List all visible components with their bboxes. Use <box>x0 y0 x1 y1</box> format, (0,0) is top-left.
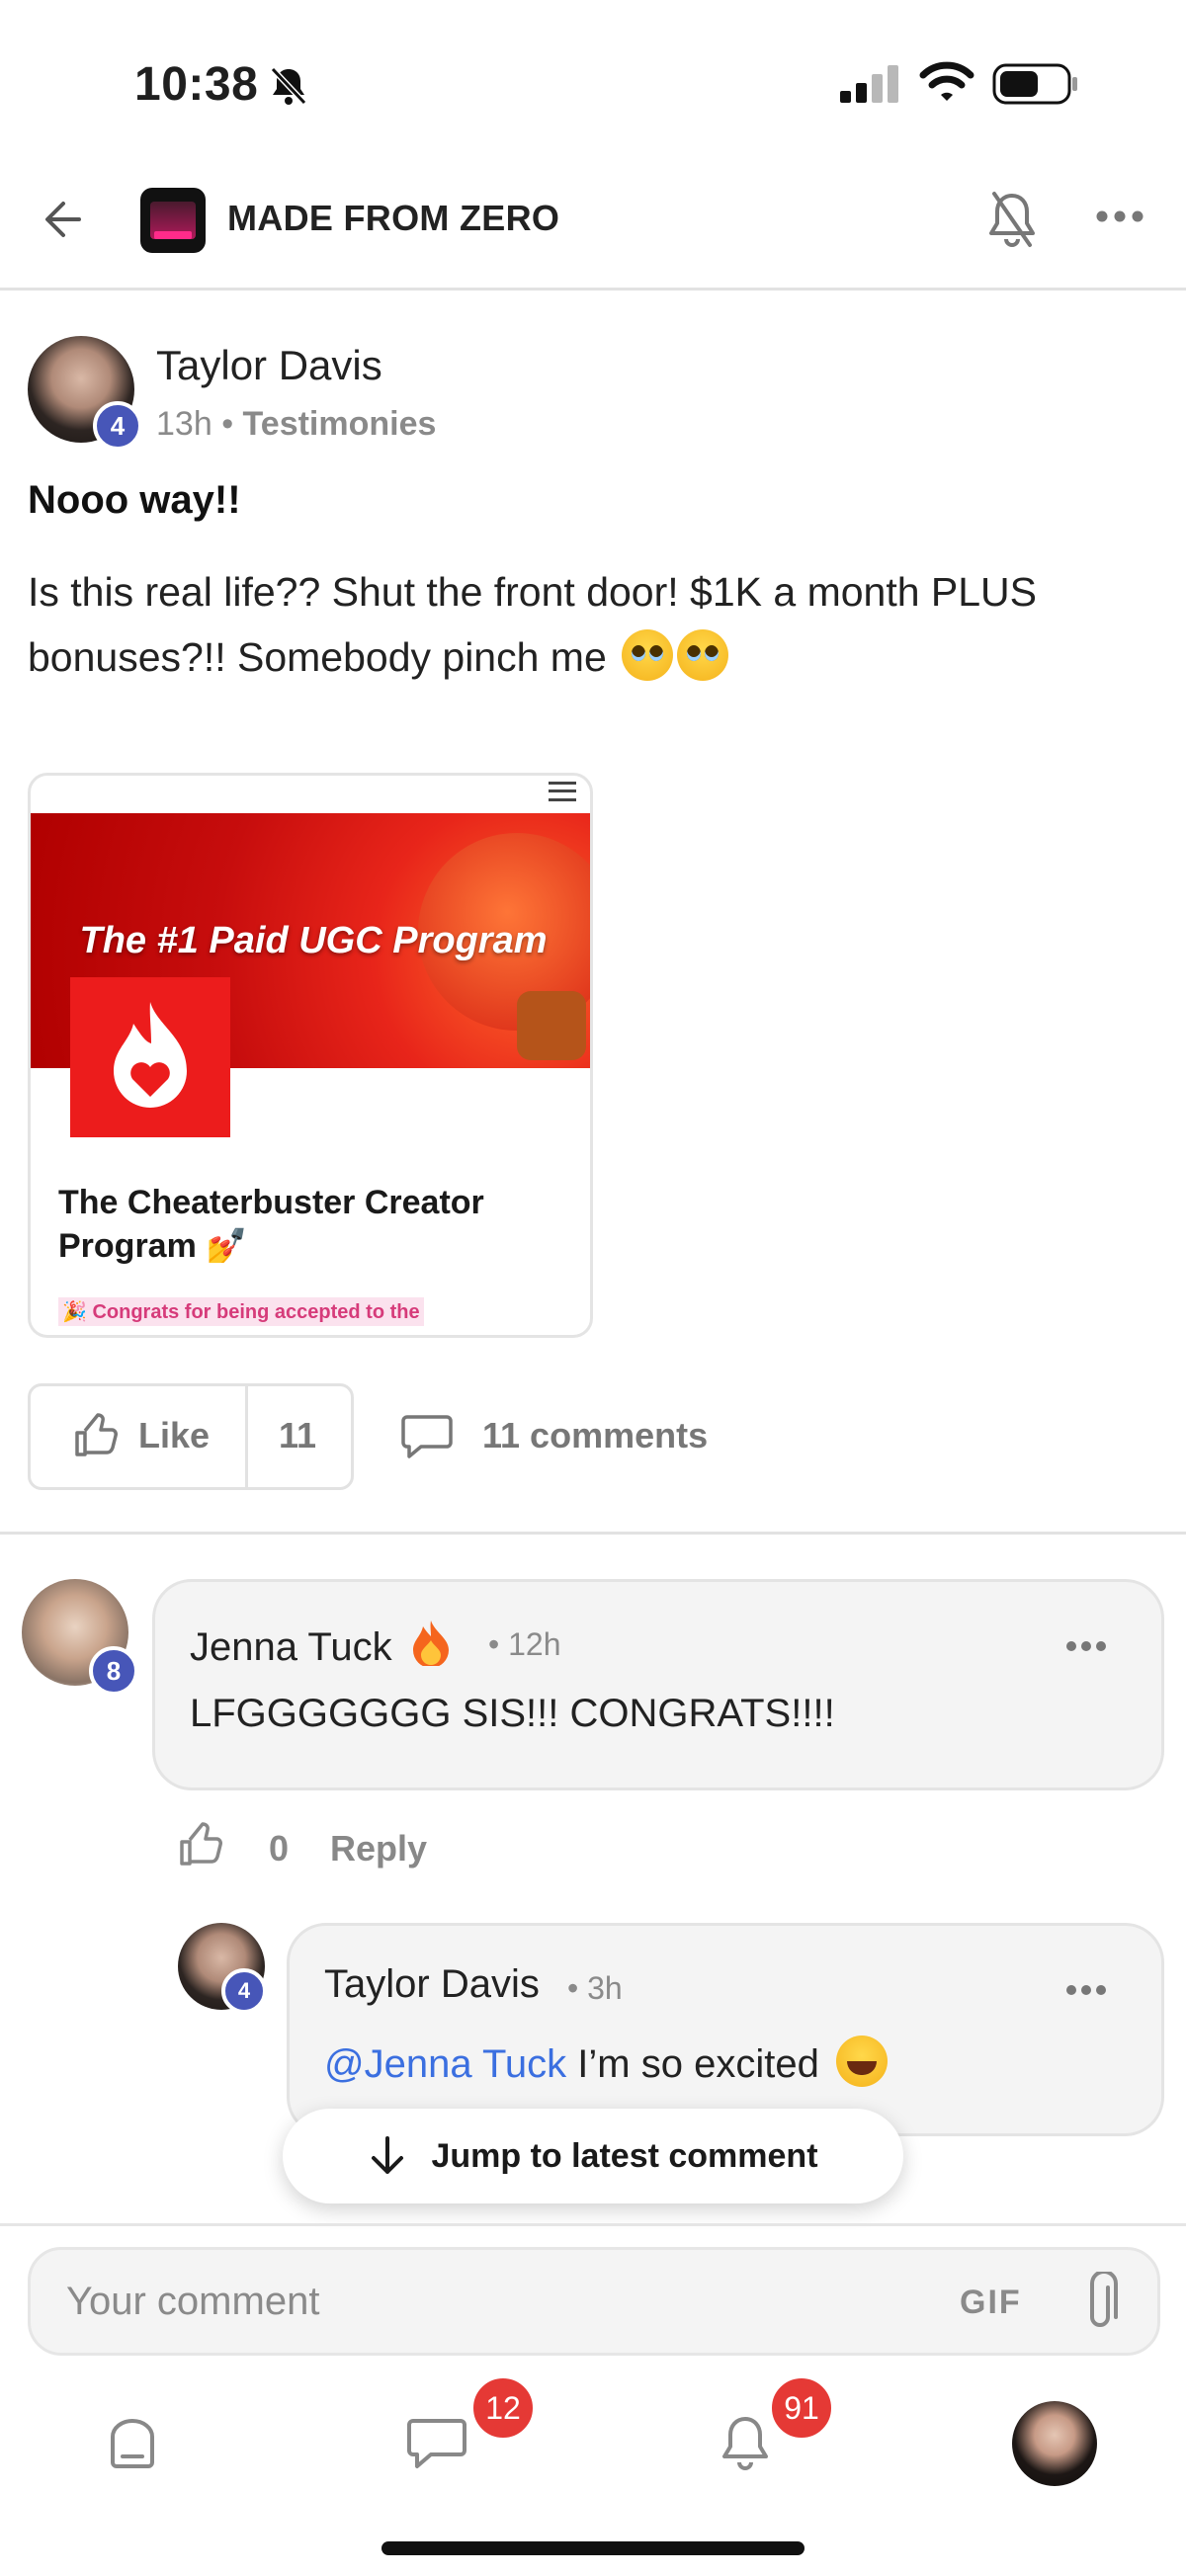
home-indicator <box>381 2541 805 2555</box>
notifications-unread-badge: 91 <box>769 2375 834 2441</box>
level-badge: 8 <box>89 1646 138 1696</box>
chat-icon[interactable] <box>405 2415 468 2472</box>
jump-to-latest-button[interactable]: Jump to latest comment <box>283 2109 903 2203</box>
comments-count[interactable]: 11 comments <box>482 1415 708 1456</box>
post-category[interactable]: Testimonies <box>243 405 437 443</box>
profile-avatar[interactable] <box>1012 2401 1097 2486</box>
thumbs-up-icon[interactable] <box>178 1822 223 1868</box>
comment-input[interactable] <box>66 2274 916 2329</box>
comment-text: @Jenna Tuck I’m so excited <box>324 2036 888 2087</box>
comment-more-icon[interactable] <box>1065 1640 1107 1652</box>
bell-muted-icon <box>270 66 307 106</box>
thumbs-up-icon[interactable] <box>73 1413 119 1458</box>
level-badge: 4 <box>221 1968 267 2014</box>
like-label[interactable]: Like <box>138 1415 210 1456</box>
pleading-face-emoji <box>677 629 729 681</box>
money-bag-graphic <box>517 991 586 1060</box>
commenter-name-text[interactable]: Jenna Tuck <box>190 1625 392 1669</box>
author-name[interactable]: Taylor Davis <box>156 342 382 389</box>
cellular-signal-icon <box>840 65 898 103</box>
post-time: 13h <box>156 405 212 443</box>
comment-bubble <box>287 1923 1164 2136</box>
back-arrow-icon[interactable] <box>40 194 91 245</box>
link-preview-card[interactable]: The #1 Paid UGC Program The Cheaterbuste… <box>28 773 593 1338</box>
gif-button[interactable]: GIF <box>960 2284 1022 2322</box>
hamburger-menu-icon <box>549 782 576 801</box>
banner-title: The #1 Paid UGC Program <box>79 920 548 961</box>
section-divider <box>0 1532 1186 1535</box>
comment-time: • 12h <box>488 1626 561 1662</box>
comment-more-icon[interactable] <box>1065 1984 1107 1996</box>
attachment-paperclip-icon[interactable] <box>1080 2272 1120 2333</box>
meta-separator: • <box>221 405 234 443</box>
comment-text: LFGGGGGGG SIS!!! CONGRATS!!!! <box>190 1692 835 1735</box>
comment-like-count[interactable]: 0 <box>269 1828 289 1870</box>
fire-heart-logo-icon <box>70 977 230 1137</box>
preview-title: The Cheaterbuster Creator Program 💅 <box>58 1184 484 1265</box>
composer-divider <box>0 2223 1186 2226</box>
post-body: Is this real life?? Shut the front door!… <box>28 559 1154 690</box>
comment-text-body: I’m so excited <box>566 2042 819 2086</box>
user-mention[interactable]: @Jenna Tuck <box>324 2042 566 2086</box>
notifications-off-icon[interactable] <box>984 188 1040 251</box>
grinning-squinting-emoji <box>835 2036 888 2087</box>
post-meta: 13h • Testimonies <box>156 405 436 444</box>
post-body-text: Is this real life?? Shut the front door!… <box>28 569 1038 680</box>
commenter-name[interactable]: Jenna Tuck <box>190 1619 453 1670</box>
commenter-name[interactable]: Taylor Davis <box>324 1962 540 2007</box>
fire-emoji-icon <box>412 1620 449 1666</box>
like-count[interactable]: 11 <box>279 1415 316 1456</box>
comment-bubble-icon[interactable] <box>401 1413 453 1458</box>
group-name[interactable]: MADE FROM ZERO <box>227 198 559 239</box>
reply-button[interactable]: Reply <box>330 1828 427 1870</box>
wifi-icon <box>919 61 974 101</box>
preview-subtitle: 🎉 Congrats for being accepted to the <box>58 1297 424 1326</box>
jump-label[interactable]: Jump to latest comment <box>431 2137 817 2176</box>
arrow-down-icon <box>372 2136 404 2174</box>
chat-unread-badge: 12 <box>470 2375 536 2441</box>
notifications-bell-icon[interactable] <box>718 2411 773 2476</box>
level-badge: 4 <box>93 401 142 451</box>
group-logo[interactable] <box>140 188 206 253</box>
battery-icon <box>992 63 1077 105</box>
like-divider <box>245 1385 248 1488</box>
post-title: Nooo way!! <box>28 478 241 522</box>
status-time: 10:38 <box>134 58 259 111</box>
home-icon[interactable] <box>101 2417 164 2470</box>
more-options-icon[interactable] <box>1095 209 1144 223</box>
pleading-face-emoji <box>622 629 674 681</box>
comment-time: • 3h <box>567 1970 623 2006</box>
comment-bubble <box>152 1579 1164 1790</box>
comment-composer: GIF <box>28 2247 1160 2356</box>
